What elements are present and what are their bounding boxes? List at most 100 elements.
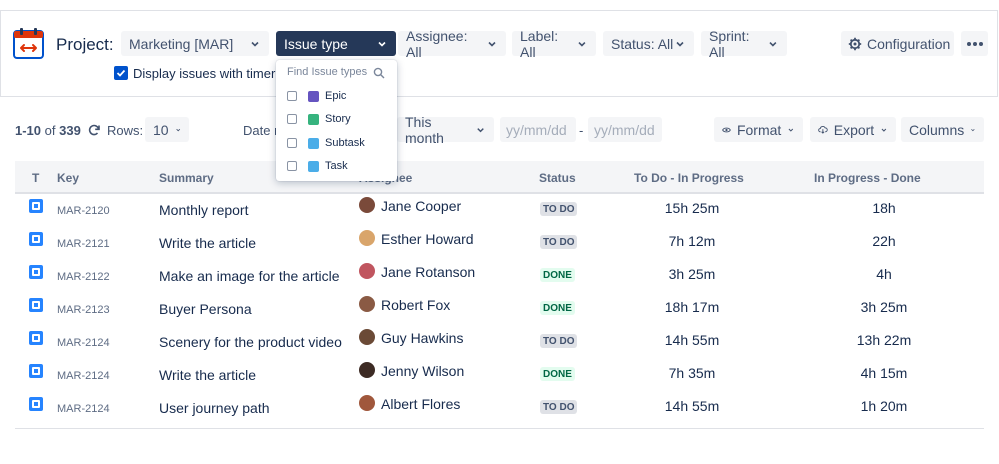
format-label: Format <box>737 122 781 138</box>
column-header-status[interactable]: Status <box>539 171 576 185</box>
assignee-name: Guy Hawkins <box>381 330 463 346</box>
project-select[interactable]: Marketing [MAR] <box>121 31 269 56</box>
configuration-button[interactable]: Configuration <box>841 31 954 56</box>
table-row[interactable]: MAR-2123Buyer PersonaRobert FoxDONE18h 1… <box>15 292 984 325</box>
date-to-input[interactable]: yy/mm/dd <box>588 117 662 142</box>
table-row[interactable]: MAR-2121Write the articleEsther HowardTO… <box>15 226 984 259</box>
checkbox[interactable] <box>287 91 297 101</box>
issue-type-select-label: Issue type <box>284 36 348 52</box>
eye-icon <box>722 124 731 136</box>
status-badge: DONE <box>540 367 575 381</box>
assignee-name: Jane Cooper <box>381 198 461 214</box>
sprint-filter-label: Sprint: All <box>709 28 767 60</box>
table-row[interactable]: MAR-2122 Make an image for the article Jan… <box>15 259 984 292</box>
table-bottom-divider <box>15 428 984 429</box>
option-label: Story <box>325 113 351 125</box>
task-icon <box>308 161 319 172</box>
project-label: Project: <box>56 35 114 55</box>
checkbox[interactable] <box>287 161 297 171</box>
assignee-filter[interactable]: Assignee: All <box>398 31 506 56</box>
inprogress-done-time: 3h 25m <box>824 299 944 315</box>
export-button[interactable]: Export <box>810 117 896 142</box>
assignee-name: Jenny Wilson <box>381 363 464 379</box>
table-row[interactable]: MAR-2124 Scenery for the product video Guy… <box>15 325 984 358</box>
task-icon <box>29 265 43 279</box>
columns-label: Columns <box>909 122 964 138</box>
column-header-key[interactable]: Key <box>57 171 79 185</box>
table-row[interactable]: MAR-2124 Write the article Jenny Wilson DON… <box>15 358 984 391</box>
inprogress-done-time: 1h 20m <box>824 398 944 414</box>
avatar <box>359 197 375 213</box>
more-options-button[interactable] <box>961 31 988 56</box>
status-filter[interactable]: Status: All <box>603 31 694 56</box>
date-range-label: Date r <box>243 123 278 138</box>
pagination-range: 1-10 of 339 <box>15 123 81 138</box>
date-from-input[interactable]: yy/mm/dd <box>500 117 576 142</box>
period-select[interactable]: This month <box>397 117 494 142</box>
issue-summary[interactable]: Make an image for the article <box>159 268 340 284</box>
display-timer-label: Display issues with timer d <box>133 66 286 81</box>
status-filter-label: Status: All <box>611 36 673 52</box>
issue-summary[interactable]: Monthly report <box>159 202 248 218</box>
epic-icon <box>308 91 319 102</box>
format-button[interactable]: Format <box>714 117 803 142</box>
issue-summary[interactable]: Scenery for the product video <box>159 334 342 350</box>
issue-key[interactable]: MAR-2122 <box>57 271 110 283</box>
column-header-summary[interactable]: Summary <box>159 171 214 185</box>
assignee-name: Robert Fox <box>381 297 450 313</box>
label-filter[interactable]: Label: All <box>512 31 596 56</box>
issue-key[interactable]: MAR-2124 <box>57 370 110 382</box>
inprogress-done-time: 4h <box>824 266 944 282</box>
gear-icon <box>848 37 862 51</box>
cloud-download-icon <box>818 123 828 136</box>
label-filter-label: Label: All <box>520 28 576 60</box>
issue-type-select[interactable]: Issue type <box>276 31 396 56</box>
rows-select[interactable]: 10 <box>145 117 189 142</box>
issue-type-dropdown: Find Issue types Epic Story Subtask Task <box>276 60 397 181</box>
option-label: Subtask <box>325 137 365 149</box>
chevron-down-icon <box>249 38 261 50</box>
issue-type-option-subtask[interactable]: Subtask <box>287 135 365 151</box>
refresh-icon[interactable] <box>87 123 101 137</box>
inprogress-done-time: 4h 15m <box>824 365 944 381</box>
issue-key[interactable]: MAR-2124 <box>57 403 110 415</box>
issue-summary[interactable]: User journey path <box>159 400 270 416</box>
column-header-todo-inprogress[interactable]: To Do - In Progress <box>634 171 744 185</box>
task-icon <box>29 199 43 213</box>
subtask-icon <box>308 138 319 149</box>
checkbox[interactable] <box>287 138 297 148</box>
issue-summary[interactable]: Write the article <box>159 367 256 383</box>
issue-type-option-story[interactable]: Story <box>287 111 351 127</box>
table-row[interactable]: MAR-2120 Monthly report Jane Cooper TO DO 15… <box>15 193 984 226</box>
todo-inprogress-time: 15h 25m <box>632 200 752 216</box>
issue-type-option-epic[interactable]: Epic <box>287 88 346 104</box>
sprint-filter[interactable]: Sprint: All <box>701 31 787 56</box>
status-badge: TO DO <box>540 202 577 216</box>
issue-key[interactable]: MAR-2123 <box>57 304 110 316</box>
range-prefix: 1-10 <box>15 123 41 138</box>
rows-value: 10 <box>153 122 169 138</box>
date-from-placeholder: yy/mm/dd <box>506 122 567 138</box>
chevron-down-icon <box>674 38 686 50</box>
issue-type-search-input[interactable]: Find Issue types <box>287 66 367 78</box>
issue-key[interactable]: MAR-2124 <box>57 337 110 349</box>
todo-inprogress-time: 7h 12m <box>632 233 752 249</box>
columns-button[interactable]: Columns <box>901 117 984 142</box>
issue-type-option-task[interactable]: Task <box>287 158 348 174</box>
issue-summary[interactable]: Buyer Persona <box>159 301 252 317</box>
todo-inprogress-time: 14h 55m <box>632 398 752 414</box>
checkbox[interactable] <box>287 114 297 124</box>
assignee-name: Jane Rotanson <box>381 264 475 280</box>
issue-key[interactable]: MAR-2121 <box>57 238 110 250</box>
todo-inprogress-time: 7h 35m <box>632 365 752 381</box>
export-label: Export <box>834 122 874 138</box>
column-header-type[interactable]: T <box>32 171 39 185</box>
chevron-down-icon <box>787 124 795 136</box>
column-header-inprogress-done[interactable]: In Progress - Done <box>814 171 921 185</box>
calendar-logo-icon <box>13 28 44 59</box>
display-timer-checkbox[interactable] <box>114 66 128 80</box>
issue-summary[interactable]: Write the article <box>159 235 256 251</box>
assignee-filter-label: Assignee: All <box>406 28 486 60</box>
issue-key[interactable]: MAR-2120 <box>57 205 110 217</box>
table-row[interactable]: MAR-2124User journey pathAlbert FloresTO… <box>15 391 984 424</box>
